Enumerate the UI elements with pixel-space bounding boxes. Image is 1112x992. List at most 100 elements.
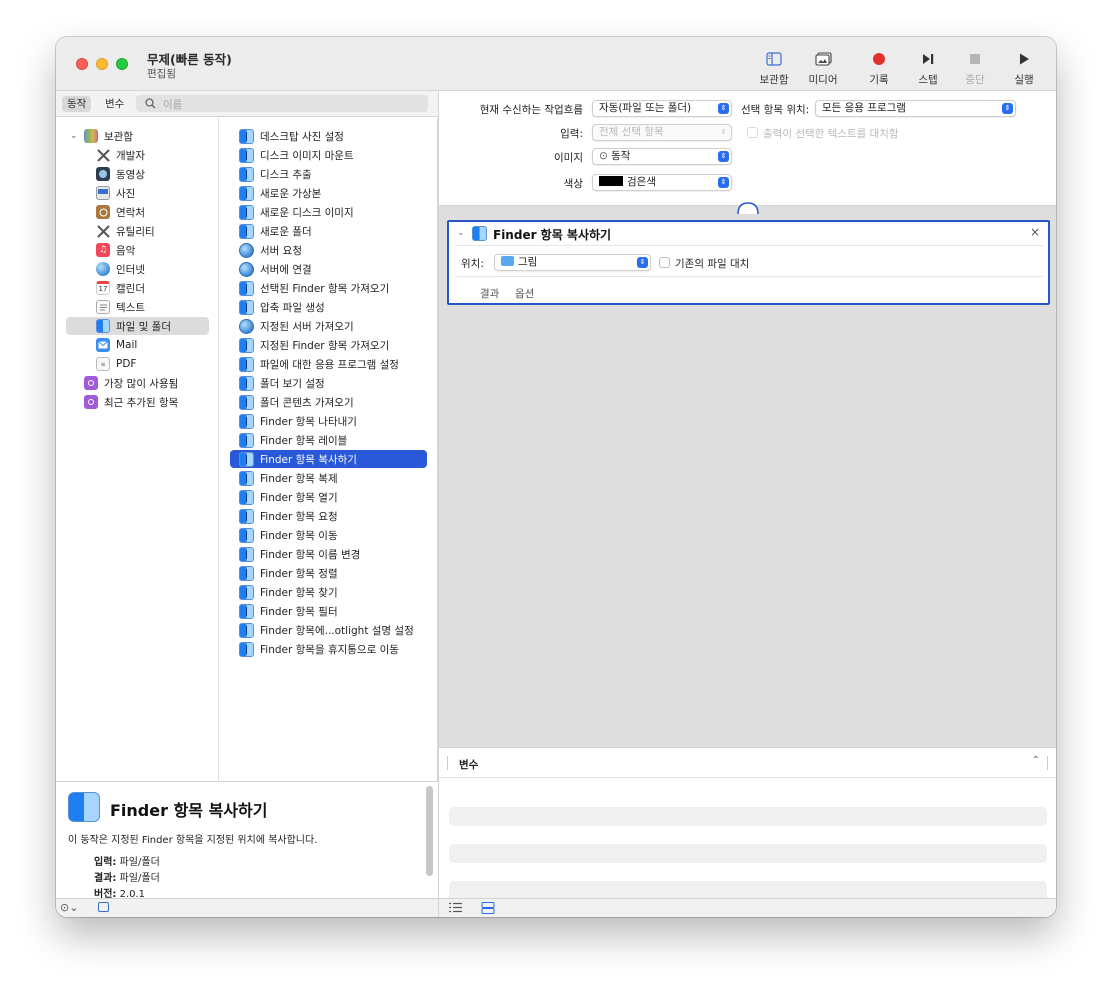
action-card-copy-finder-items[interactable]: ⌄ Finder 항목 복사하기 × 위치: 그림 ⇕ 기존의 파일 대치 결과…: [447, 220, 1050, 305]
action-list-item[interactable]: 새로운 폴더: [230, 222, 427, 240]
action-list-item[interactable]: Finder 항목 이동: [230, 526, 427, 544]
sidebar-item-files-folders[interactable]: 파일 및 폴더: [66, 317, 209, 335]
action-list-item[interactable]: 폴더 보기 설정: [230, 374, 427, 392]
action-list-item[interactable]: Finder 항목 필터: [230, 602, 427, 620]
finder-icon: [239, 565, 254, 581]
action-list-item[interactable]: 폴더 콘텐츠 가져오기: [230, 393, 427, 411]
search-field[interactable]: 이름: [136, 95, 428, 112]
sidebar-item-mail[interactable]: Mail: [96, 336, 137, 354]
library-toolbar-label: 보관함: [759, 74, 789, 86]
sidebar-item-contacts[interactable]: 연락처: [96, 203, 145, 221]
chevron-up-icon[interactable]: ⌃: [1032, 755, 1040, 766]
step-toolbar-button[interactable]: 스텝: [904, 51, 952, 87]
stop-toolbar-button[interactable]: 중단: [951, 51, 999, 87]
action-list-item[interactable]: 디스크 추출: [230, 165, 427, 183]
record-toolbar-button[interactable]: 기록: [855, 51, 903, 87]
action-list-item[interactable]: 지정된 Finder 항목 가져오기: [230, 336, 427, 354]
sidebar-item-photos[interactable]: 사진: [96, 184, 135, 202]
more-options-icon[interactable]: ⊙⌄: [60, 901, 78, 914]
finder-icon: [239, 375, 254, 391]
collapse-chevron-icon[interactable]: ⌄: [457, 228, 465, 238]
image-popup[interactable]: ⊙ 동작 ⇕: [592, 148, 732, 165]
description-scrollbar[interactable]: [426, 786, 433, 876]
finder-icon: [239, 280, 254, 296]
receives-popup[interactable]: 자동(파일 또는 폴더) ⇕: [592, 100, 732, 117]
finder-icon: [239, 603, 254, 619]
action-list-item[interactable]: Finder 항목 정렬: [230, 564, 427, 582]
zoom-window-button[interactable]: [116, 58, 128, 70]
sidebar-item-pdf[interactable]: ≡ PDF: [96, 355, 136, 373]
variables-empty-row: [449, 844, 1047, 863]
run-toolbar-button[interactable]: 실행: [1000, 51, 1048, 87]
sidebar-item-internet[interactable]: 인터넷: [96, 260, 145, 278]
finder-icon: [239, 470, 254, 486]
input-popup[interactable]: 전체 선택 항목 ⇕: [592, 124, 732, 141]
sidebar-item-developer[interactable]: 개발자: [96, 146, 145, 164]
sidebar-item-label: 캘린더: [116, 282, 145, 295]
photos-icon: [96, 186, 110, 200]
action-list-item[interactable]: Finder 항목 이름 변경: [230, 545, 427, 563]
sidebar-item-most-used[interactable]: 가장 많이 사용됨: [84, 374, 178, 392]
action-list-item[interactable]: 압축 파일 생성: [230, 298, 427, 316]
close-window-button[interactable]: [76, 58, 88, 70]
action-list-item[interactable]: Finder 항목 레이블: [230, 431, 427, 449]
action-list-item-label: Finder 항목 이동: [260, 529, 338, 542]
action-list-item-label: 폴더 보기 설정: [260, 377, 325, 390]
text-icon: [96, 300, 110, 314]
library-root[interactable]: ⌄ 보관함: [70, 127, 133, 145]
segment-variables[interactable]: 변수: [100, 96, 129, 112]
library-root-label: 보관함: [104, 130, 133, 143]
action-list-item[interactable]: Finder 항목 복사하기: [230, 450, 427, 468]
show-description-icon[interactable]: [98, 902, 109, 912]
action-list-item[interactable]: 데스크탑 사진 설정: [230, 127, 427, 145]
tab-options[interactable]: 옵션: [515, 286, 534, 301]
action-list-item[interactable]: 디스크 이미지 마운트: [230, 146, 427, 164]
action-list-item[interactable]: Finder 항목 복제: [230, 469, 427, 487]
replace-existing-checkbox[interactable]: [659, 257, 670, 268]
replace-output-checkbox[interactable]: [747, 127, 758, 138]
popup-arrows-icon: ⇕: [718, 151, 729, 162]
sidebar-item-recently-added[interactable]: 최근 추가된 항목: [84, 393, 178, 411]
sidebar-item-movies[interactable]: 동영상: [96, 165, 145, 183]
action-list-item-label: Finder 항목 복제: [260, 472, 338, 485]
finder-icon: [239, 451, 254, 467]
sidebar-item-text[interactable]: 텍스트: [96, 298, 145, 316]
sidebar-item-calendar[interactable]: 17 캘린더: [96, 279, 145, 297]
action-list-item[interactable]: Finder 항목 나타내기: [230, 412, 427, 430]
action-list-item[interactable]: 지정된 서버 가져오기: [230, 317, 427, 335]
finder-icon: [239, 413, 254, 429]
in-app-popup[interactable]: 모든 응용 프로그램 ⇕: [815, 100, 1016, 117]
action-list-item[interactable]: 선택된 Finder 항목 가져오기: [230, 279, 427, 297]
action-list-item[interactable]: 새로운 가상본: [230, 184, 427, 202]
action-list-item[interactable]: 서버 요청: [230, 241, 427, 259]
sidebar-item-utilities[interactable]: 유틸리티: [96, 222, 155, 240]
title-bar: 무제(빠른 동작) 편집됨 보관함 미디어 기록 스텝 중단 실행: [56, 37, 1056, 91]
sidebar-item-label: PDF: [116, 358, 137, 370]
popup-arrows-icon: ⇕: [718, 103, 729, 114]
minimize-window-button[interactable]: [96, 58, 108, 70]
location-popup[interactable]: 그림 ⇕: [494, 254, 651, 271]
action-list-item[interactable]: 파일에 대한 응용 프로그램 설정: [230, 355, 427, 373]
action-list-item-label: 서버에 연결: [260, 263, 312, 276]
list-view-icon[interactable]: [449, 902, 462, 913]
library-toolbar-button[interactable]: 보관함: [750, 51, 798, 87]
sidebar-item-music[interactable]: ♫ 음악: [96, 241, 135, 259]
action-list-item[interactable]: Finder 항목 요청: [230, 507, 427, 525]
action-list-item[interactable]: Finder 항목에...otlight 설명 설정: [230, 621, 427, 639]
chevron-down-icon[interactable]: ⌄: [70, 131, 80, 141]
action-list-item[interactable]: Finder 항목 찾기: [230, 583, 427, 601]
log-view-icon[interactable]: [481, 902, 495, 914]
tab-results[interactable]: 결과: [480, 286, 499, 301]
action-list-item[interactable]: 서버에 연결: [230, 260, 427, 278]
document-status: 편집됨: [147, 68, 176, 80]
segment-actions[interactable]: 동작: [62, 96, 92, 112]
image-label: 이미지: [554, 152, 583, 164]
media-toolbar-button[interactable]: 미디어: [799, 51, 847, 87]
sidebar-item-label: 최근 추가된 항목: [104, 396, 179, 409]
close-icon[interactable]: ×: [1030, 225, 1040, 239]
action-list-item[interactable]: 새로운 디스크 이미지: [230, 203, 427, 221]
finder-icon: [239, 508, 254, 524]
action-list-item[interactable]: Finder 항목을 휴지통으로 이동: [230, 640, 427, 658]
action-list-item[interactable]: Finder 항목 열기: [230, 488, 427, 506]
color-popup[interactable]: 검은색 ⇕: [592, 174, 732, 191]
